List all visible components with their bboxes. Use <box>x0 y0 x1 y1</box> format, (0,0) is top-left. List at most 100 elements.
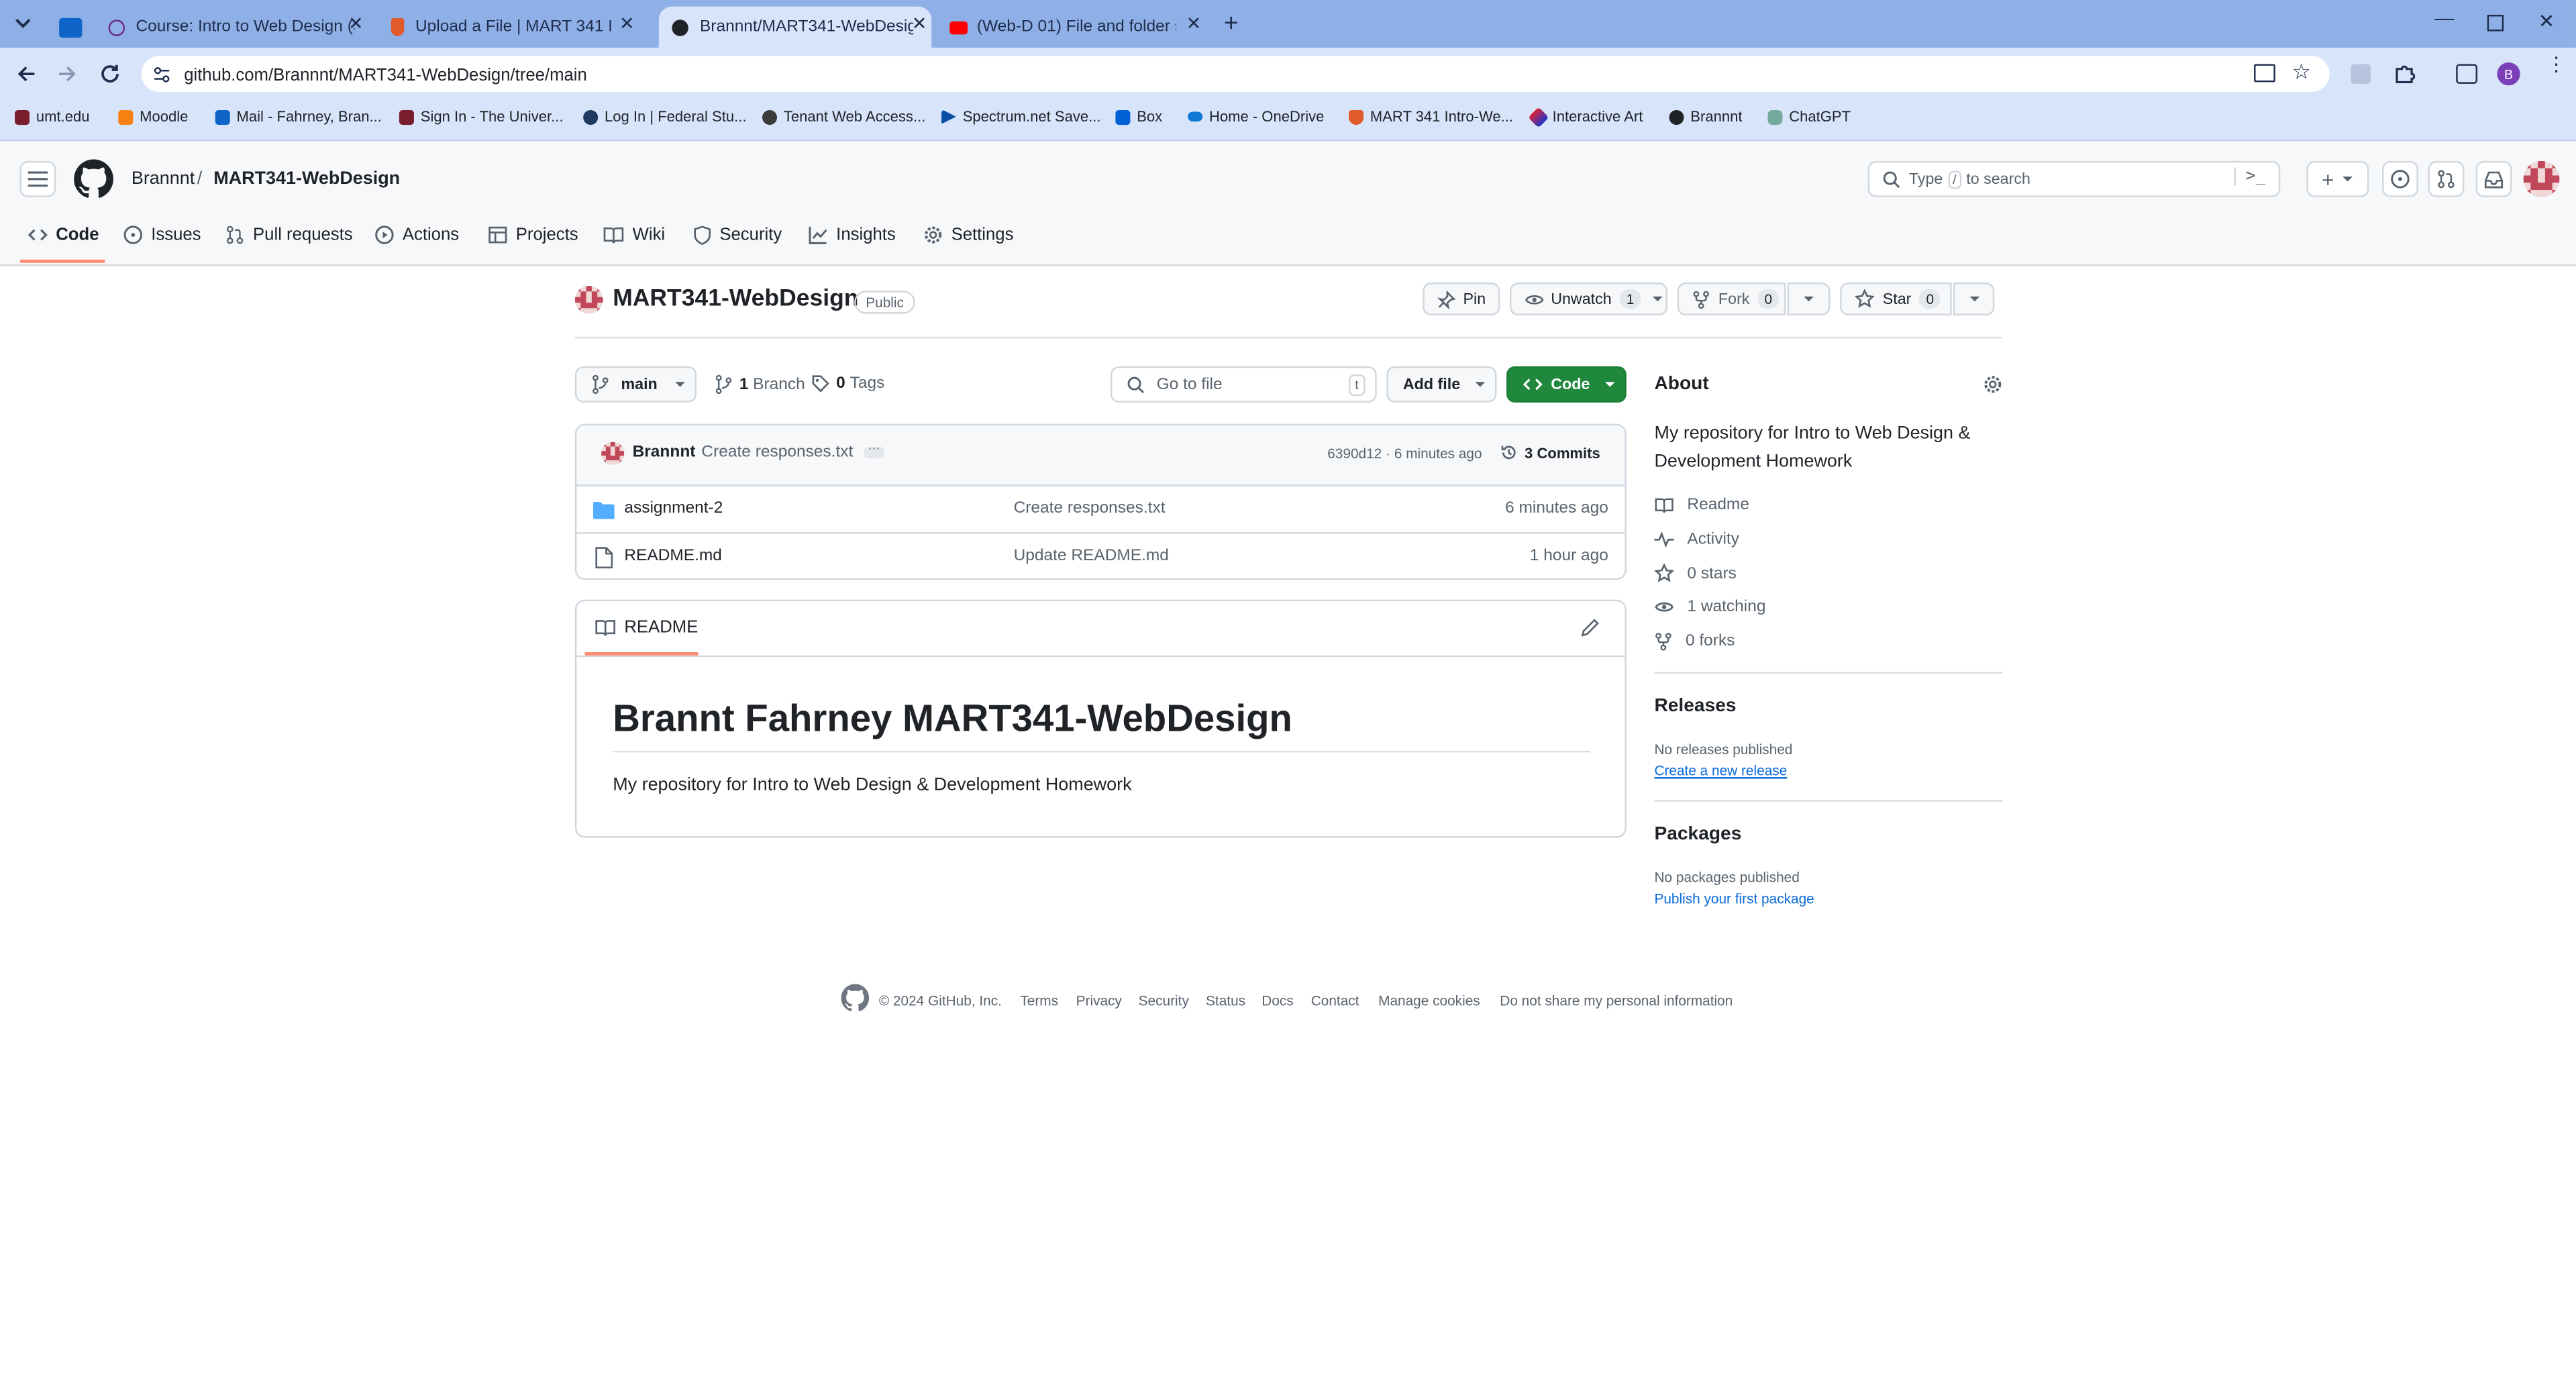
footer-link-manage-cookies[interactable]: Manage cookies <box>1378 992 1480 1009</box>
commits-link[interactable]: 3 Commits <box>1500 444 1600 462</box>
fork-button[interactable]: Fork 0 <box>1677 282 1786 316</box>
footer-link-terms[interactable]: Terms <box>1020 992 1058 1009</box>
create-new-button[interactable]: + <box>2306 160 2369 197</box>
about-forks-link[interactable]: 0 forks <box>1654 633 1735 651</box>
repo-title[interactable]: MART341-WebDesign <box>613 286 858 312</box>
about-stars-link[interactable]: 0 stars <box>1654 563 1737 583</box>
readme-tab[interactable]: README <box>595 618 698 637</box>
back-button[interactable] <box>15 62 38 85</box>
bookmark-federal-student[interactable]: Log In | Federal Stu... <box>583 109 746 125</box>
tab-wiki[interactable]: Wiki <box>603 225 665 245</box>
tab-projects[interactable]: Projects <box>488 225 578 245</box>
reload-button[interactable] <box>99 62 121 85</box>
breadcrumb-repo[interactable]: MART341-WebDesign <box>213 169 400 189</box>
new-tab-button[interactable]: + <box>1224 10 1238 38</box>
footer-github-logo-icon[interactable] <box>841 984 870 1013</box>
table-row[interactable]: assignment-2 Create responses.txt 6 minu… <box>576 484 1625 533</box>
about-watching-link[interactable]: 1 watching <box>1654 598 1765 616</box>
browser-tab-course[interactable]: Course: Intro to Web Design (S <box>108 7 355 48</box>
close-window-button[interactable]: ✕ <box>2538 10 2555 33</box>
commit-message[interactable]: Create responses.txt <box>701 444 853 462</box>
file-commit-message[interactable]: Update README.md <box>1014 547 1169 565</box>
forward-button[interactable] <box>56 62 79 85</box>
search-input[interactable]: Type / to search >_ <box>1867 160 2281 197</box>
star-dropdown-button[interactable] <box>1953 282 1995 316</box>
tab-settings[interactable]: Settings <box>923 225 1013 245</box>
bookmark-mart341[interactable]: MART 341 Intro-We... <box>1349 109 1513 125</box>
command-palette-icon[interactable]: >_ <box>2234 167 2265 186</box>
tab-issues[interactable]: Issues <box>123 225 201 245</box>
bookmark-box[interactable]: Box <box>1115 109 1162 125</box>
inbox-button[interactable] <box>2475 160 2512 197</box>
footer-link-docs[interactable]: Docs <box>1261 992 1293 1009</box>
close-tab-icon[interactable]: ✕ <box>619 13 635 34</box>
bookmark-chatgpt[interactable]: ChatGPT <box>1767 109 1851 125</box>
profile-avatar[interactable]: B <box>2497 62 2520 86</box>
tab-actions[interactable]: Actions <box>374 225 459 245</box>
bookmark-tenant[interactable]: Tenant Web Access... <box>762 109 925 125</box>
bookmark-brannnt[interactable]: Brannnt <box>1669 109 1742 125</box>
bookmark-signin[interactable]: Sign In - The Univer... <box>399 109 563 125</box>
restore-button[interactable] <box>2487 15 2504 32</box>
publish-package-link[interactable]: Publish your first package <box>1654 890 1814 907</box>
bookmark-interactive-art[interactable]: Interactive Art <box>1528 106 1643 127</box>
go-to-file-input[interactable]: Go to file t <box>1111 366 1377 403</box>
star-button[interactable]: Star 0 <box>1840 282 1952 316</box>
extension-icon[interactable] <box>2351 64 2371 84</box>
table-row[interactable]: README.md Update README.md 1 hour ago <box>576 532 1625 581</box>
close-tab-icon[interactable]: ✕ <box>1186 13 1202 34</box>
branches-link[interactable]: 1 Branch <box>715 374 805 395</box>
fork-dropdown-button[interactable] <box>1787 282 1831 316</box>
edit-readme-icon[interactable] <box>1580 618 1600 637</box>
bookmark-spectrum[interactable]: Spectrum.net Save... <box>941 109 1100 125</box>
issues-button[interactable] <box>2382 160 2418 197</box>
add-file-button[interactable]: Add file <box>1386 366 1497 403</box>
user-avatar[interactable] <box>2523 160 2560 197</box>
file-commit-message[interactable]: Create responses.txt <box>1014 499 1166 517</box>
browser-tab-github-active[interactable]: Brannnt/MART341-WebDesign <box>658 6 932 48</box>
breadcrumb-owner[interactable]: Brannnt <box>132 169 195 189</box>
address-url[interactable]: github.com/Brannnt/MART341-WebDesign/tre… <box>184 66 587 85</box>
file-name[interactable]: README.md <box>624 547 722 565</box>
code-button[interactable]: Code <box>1506 366 1627 403</box>
about-readme-link[interactable]: Readme <box>1654 496 1749 514</box>
hamburger-menu-button[interactable] <box>19 160 56 197</box>
minimize-button[interactable]: — <box>2434 7 2454 30</box>
unwatch-button[interactable]: Unwatch 1 <box>1509 282 1668 316</box>
about-settings-button[interactable] <box>1983 374 2002 394</box>
bookmark-star-icon[interactable]: ☆ <box>2291 59 2311 85</box>
pin-button[interactable]: Pin <box>1423 282 1500 316</box>
file-name[interactable]: assignment-2 <box>624 499 723 517</box>
footer-link-contact[interactable]: Contact <box>1311 992 1359 1009</box>
browser-tab-outlook[interactable] <box>52 7 92 48</box>
side-panel-icon[interactable] <box>2456 64 2478 84</box>
commit-details-toggle[interactable]: ··· <box>864 444 884 459</box>
footer-link-privacy[interactable]: Privacy <box>1076 992 1122 1009</box>
tab-search-button[interactable] <box>11 11 34 34</box>
tab-insights[interactable]: Insights <box>809 225 896 245</box>
about-activity-link[interactable]: Activity <box>1654 531 1739 549</box>
commit-author[interactable]: Brannnt <box>633 444 696 462</box>
pull-requests-button[interactable] <box>2428 160 2465 197</box>
bookmark-moodle[interactable]: Moodle <box>118 109 188 125</box>
close-tab-icon[interactable]: ✕ <box>348 13 364 34</box>
bookmark-onedrive[interactable]: Home - OneDrive <box>1188 109 1324 125</box>
tags-link[interactable]: 0 Tags <box>811 374 884 393</box>
footer-link-status[interactable]: Status <box>1206 992 1245 1009</box>
tab-code[interactable]: Code <box>28 225 99 245</box>
tab-security[interactable]: Security <box>693 225 782 245</box>
site-info-icon[interactable] <box>153 66 171 84</box>
footer-link-security[interactable]: Security <box>1139 992 1189 1009</box>
packages-title[interactable]: Packages <box>1654 825 1741 844</box>
create-release-link[interactable]: Create a new release <box>1654 762 1787 778</box>
browser-tab-youtube[interactable]: (Web-D 01) File and folder stru <box>949 7 1176 48</box>
install-app-icon[interactable] <box>2254 64 2275 83</box>
extensions-puzzle-icon[interactable] <box>2393 62 2416 84</box>
commit-hash[interactable]: 6390d12 · 6 minutes ago <box>1327 445 1482 461</box>
branch-select-button[interactable]: main <box>574 366 697 403</box>
bookmark-mail[interactable]: Mail - Fahrney, Bran... <box>215 109 382 125</box>
tab-pull-requests[interactable]: Pull requests <box>225 225 353 245</box>
close-tab-icon[interactable]: ✕ <box>912 13 927 34</box>
commit-author-avatar[interactable] <box>601 442 625 465</box>
github-logo-icon[interactable] <box>74 159 113 199</box>
